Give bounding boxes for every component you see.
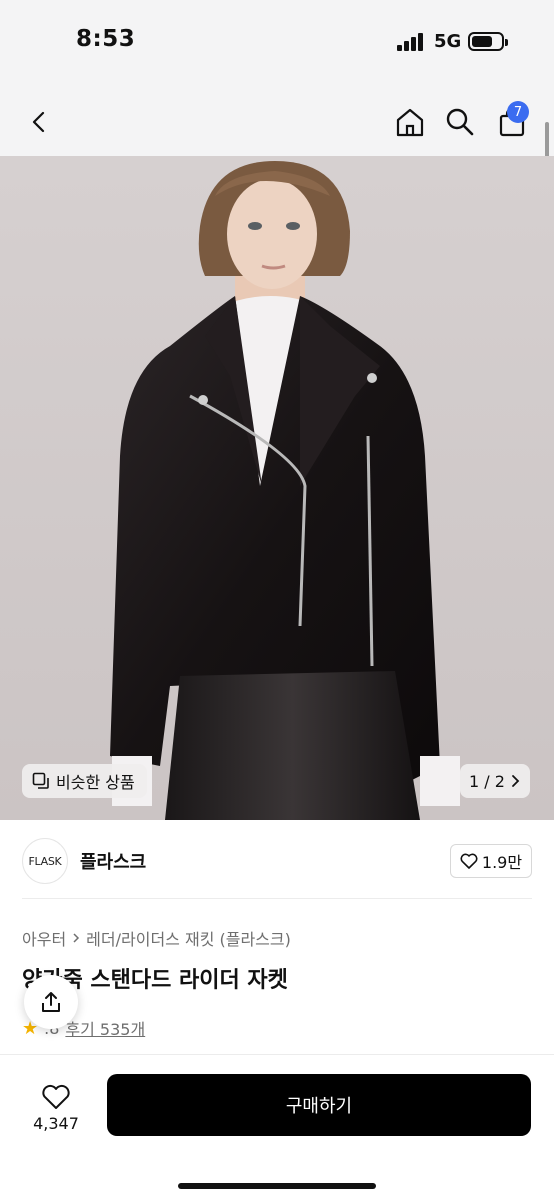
product-photo-illustration — [0, 156, 554, 820]
image-page-indicator[interactable]: 1 / 2 — [460, 764, 530, 798]
network-label: 5G — [434, 31, 462, 52]
nav-bar — [0, 88, 554, 156]
wishlist-count: 4,347 — [33, 1113, 79, 1133]
back-arrow-icon[interactable] — [20, 102, 60, 142]
buy-button[interactable]: 구매하기 — [107, 1074, 531, 1136]
breadcrumb-subcategory[interactable]: 레더/라이더스 재킷 (플라스크) — [86, 926, 291, 950]
similar-products-label: 비슷한 상품 — [56, 773, 135, 792]
share-icon — [42, 992, 60, 1012]
chevron-right-icon — [73, 933, 80, 943]
home-icon[interactable] — [390, 102, 430, 142]
status-time: 8:53 — [76, 26, 136, 52]
cart-count-badge: 7 — [507, 101, 529, 123]
brand-like-count: 1.9만 — [481, 853, 523, 872]
battery-icon — [468, 32, 508, 51]
product-image[interactable] — [0, 156, 554, 820]
breadcrumb: 아우터 레더/라이더스 재킷 (플라스크) — [22, 926, 291, 950]
bottom-action-bar: 4,347 구매하기 — [0, 1054, 554, 1200]
home-indicator — [178, 1183, 376, 1189]
brand-like-button[interactable]: 1.9만 — [450, 844, 532, 878]
wishlist-button[interactable]: 4,347 — [22, 1075, 90, 1141]
share-button[interactable] — [24, 975, 78, 1029]
heart-icon — [460, 853, 478, 869]
review-count-link[interactable]: 후기 535개 — [65, 1016, 145, 1040]
copy-icon — [32, 772, 49, 789]
heart-icon — [42, 1084, 70, 1109]
status-bar: 8:53 5G — [0, 0, 554, 88]
page-indicator-text: 1 / 2 — [469, 771, 505, 791]
divider — [22, 898, 532, 899]
brand-logo[interactable]: FLASK — [22, 838, 68, 884]
breadcrumb-category[interactable]: 아우터 — [22, 926, 66, 950]
chevron-right-icon — [512, 775, 520, 787]
brand-name[interactable]: 플라스크 — [80, 848, 146, 874]
brand-row[interactable]: FLASK 플라스크 1.9만 — [0, 820, 554, 904]
signal-icon — [397, 33, 427, 51]
search-icon[interactable] — [440, 102, 480, 142]
similar-products-button[interactable]: 비슷한 상품 — [22, 764, 147, 798]
